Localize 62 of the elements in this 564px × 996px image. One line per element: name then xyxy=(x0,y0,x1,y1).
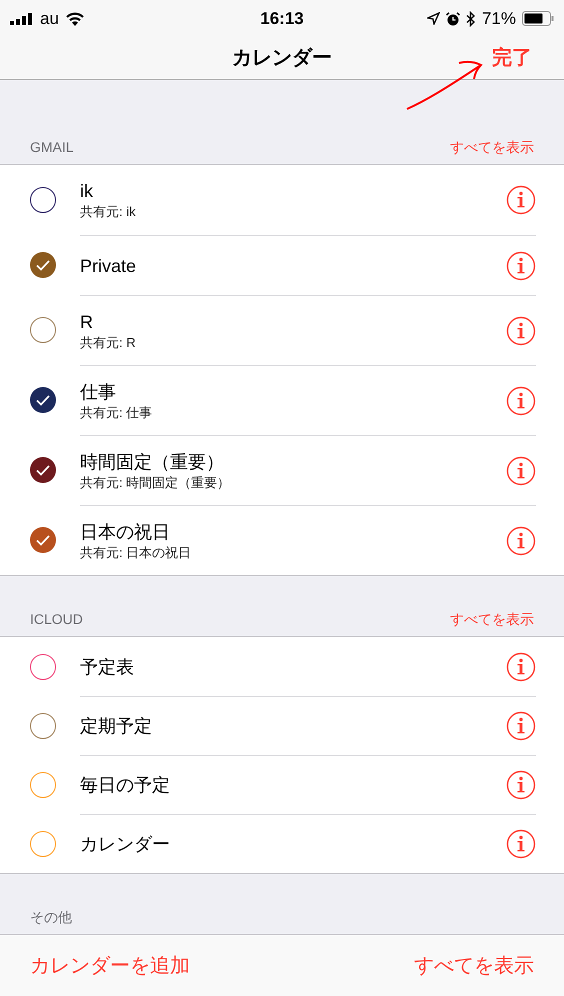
status-time: 16:13 xyxy=(259,8,305,30)
info-icon[interactable] xyxy=(506,652,536,682)
battery-icon xyxy=(522,11,554,26)
calendar-name: 毎日の予定 xyxy=(80,774,171,798)
section-header: GMAIL xyxy=(30,138,74,157)
calendar-name: ik xyxy=(80,180,94,204)
calendar-checkbox[interactable] xyxy=(30,187,56,214)
section-header: ICLOUD xyxy=(30,610,83,629)
alarm-clock-icon xyxy=(446,12,460,26)
calendar-checkbox[interactable] xyxy=(30,654,56,680)
calendar-row[interactable]: カレンダー xyxy=(0,814,564,874)
checkmark-icon xyxy=(36,394,50,406)
checkmark-icon xyxy=(36,464,50,476)
calendar-checkbox[interactable] xyxy=(30,772,56,798)
calendar-name: R xyxy=(80,310,94,334)
calendar-row[interactable]: ik 共有元: ik xyxy=(0,165,564,236)
checkmark-icon xyxy=(36,260,50,271)
calendar-name: Private xyxy=(80,254,138,278)
info-icon[interactable] xyxy=(506,316,536,346)
calendar-row[interactable]: 予定表 xyxy=(0,637,564,696)
calendar-checkbox[interactable] xyxy=(30,387,56,414)
calendar-name: 定期予定 xyxy=(80,715,153,738)
calendar-checkbox[interactable] xyxy=(30,252,56,278)
calendar-name: 仕事 xyxy=(80,380,117,404)
calendar-owner: 共有元: ik xyxy=(80,203,137,222)
calendar-row[interactable]: 日本の祝日 共有元: 日本の祝日 xyxy=(0,505,564,576)
carrier-label: au xyxy=(40,8,59,30)
calendar-owner: 共有元: 日本の祝日 xyxy=(80,544,192,562)
checkmark-icon xyxy=(36,534,50,546)
info-icon[interactable] xyxy=(506,711,536,742)
info-icon[interactable] xyxy=(506,386,536,416)
bluetooth-icon xyxy=(466,10,476,27)
signal-icon xyxy=(10,12,34,25)
calendar-checkbox[interactable] xyxy=(30,457,56,484)
calendar-row[interactable]: R 共有元: R xyxy=(0,295,564,366)
calendar-checkbox[interactable] xyxy=(30,712,56,739)
calendar-name: 時間固定（重要） xyxy=(80,450,225,474)
section-header: その他 xyxy=(30,908,72,927)
info-icon[interactable] xyxy=(506,185,536,216)
battery-percent: 71% xyxy=(482,8,516,30)
info-icon[interactable] xyxy=(506,770,536,800)
calendar-checkbox[interactable] xyxy=(30,317,56,344)
calendar-owner: 共有元: R xyxy=(80,334,137,352)
calendar-owner: 共有元: 時間固定（重要） xyxy=(80,474,232,492)
info-icon[interactable] xyxy=(506,250,536,281)
calendar-name: 予定表 xyxy=(80,656,135,679)
wifi-icon xyxy=(64,12,85,26)
calendar-name: カレンダー xyxy=(80,833,171,856)
calendar-owner: 共有元: 仕事 xyxy=(80,404,154,422)
calendar-row[interactable]: 仕事 共有元: 仕事 xyxy=(0,365,564,436)
calendar-row[interactable]: Private xyxy=(0,235,564,296)
calendar-row[interactable]: 時間固定（重要） 共有元: 時間固定（重要） xyxy=(0,435,564,506)
calendar-row[interactable]: 毎日の予定 xyxy=(0,755,564,814)
calendar-row[interactable]: 定期予定 xyxy=(0,696,564,756)
info-icon[interactable] xyxy=(506,456,536,486)
info-icon[interactable] xyxy=(506,829,536,860)
calendar-checkbox[interactable] xyxy=(30,830,56,857)
info-icon[interactable] xyxy=(506,526,536,556)
nav-title: カレンダー xyxy=(232,46,332,72)
calendar-checkbox[interactable] xyxy=(30,527,56,554)
location-arrow-icon xyxy=(426,12,440,26)
calendar-name: 日本の祝日 xyxy=(80,520,171,544)
